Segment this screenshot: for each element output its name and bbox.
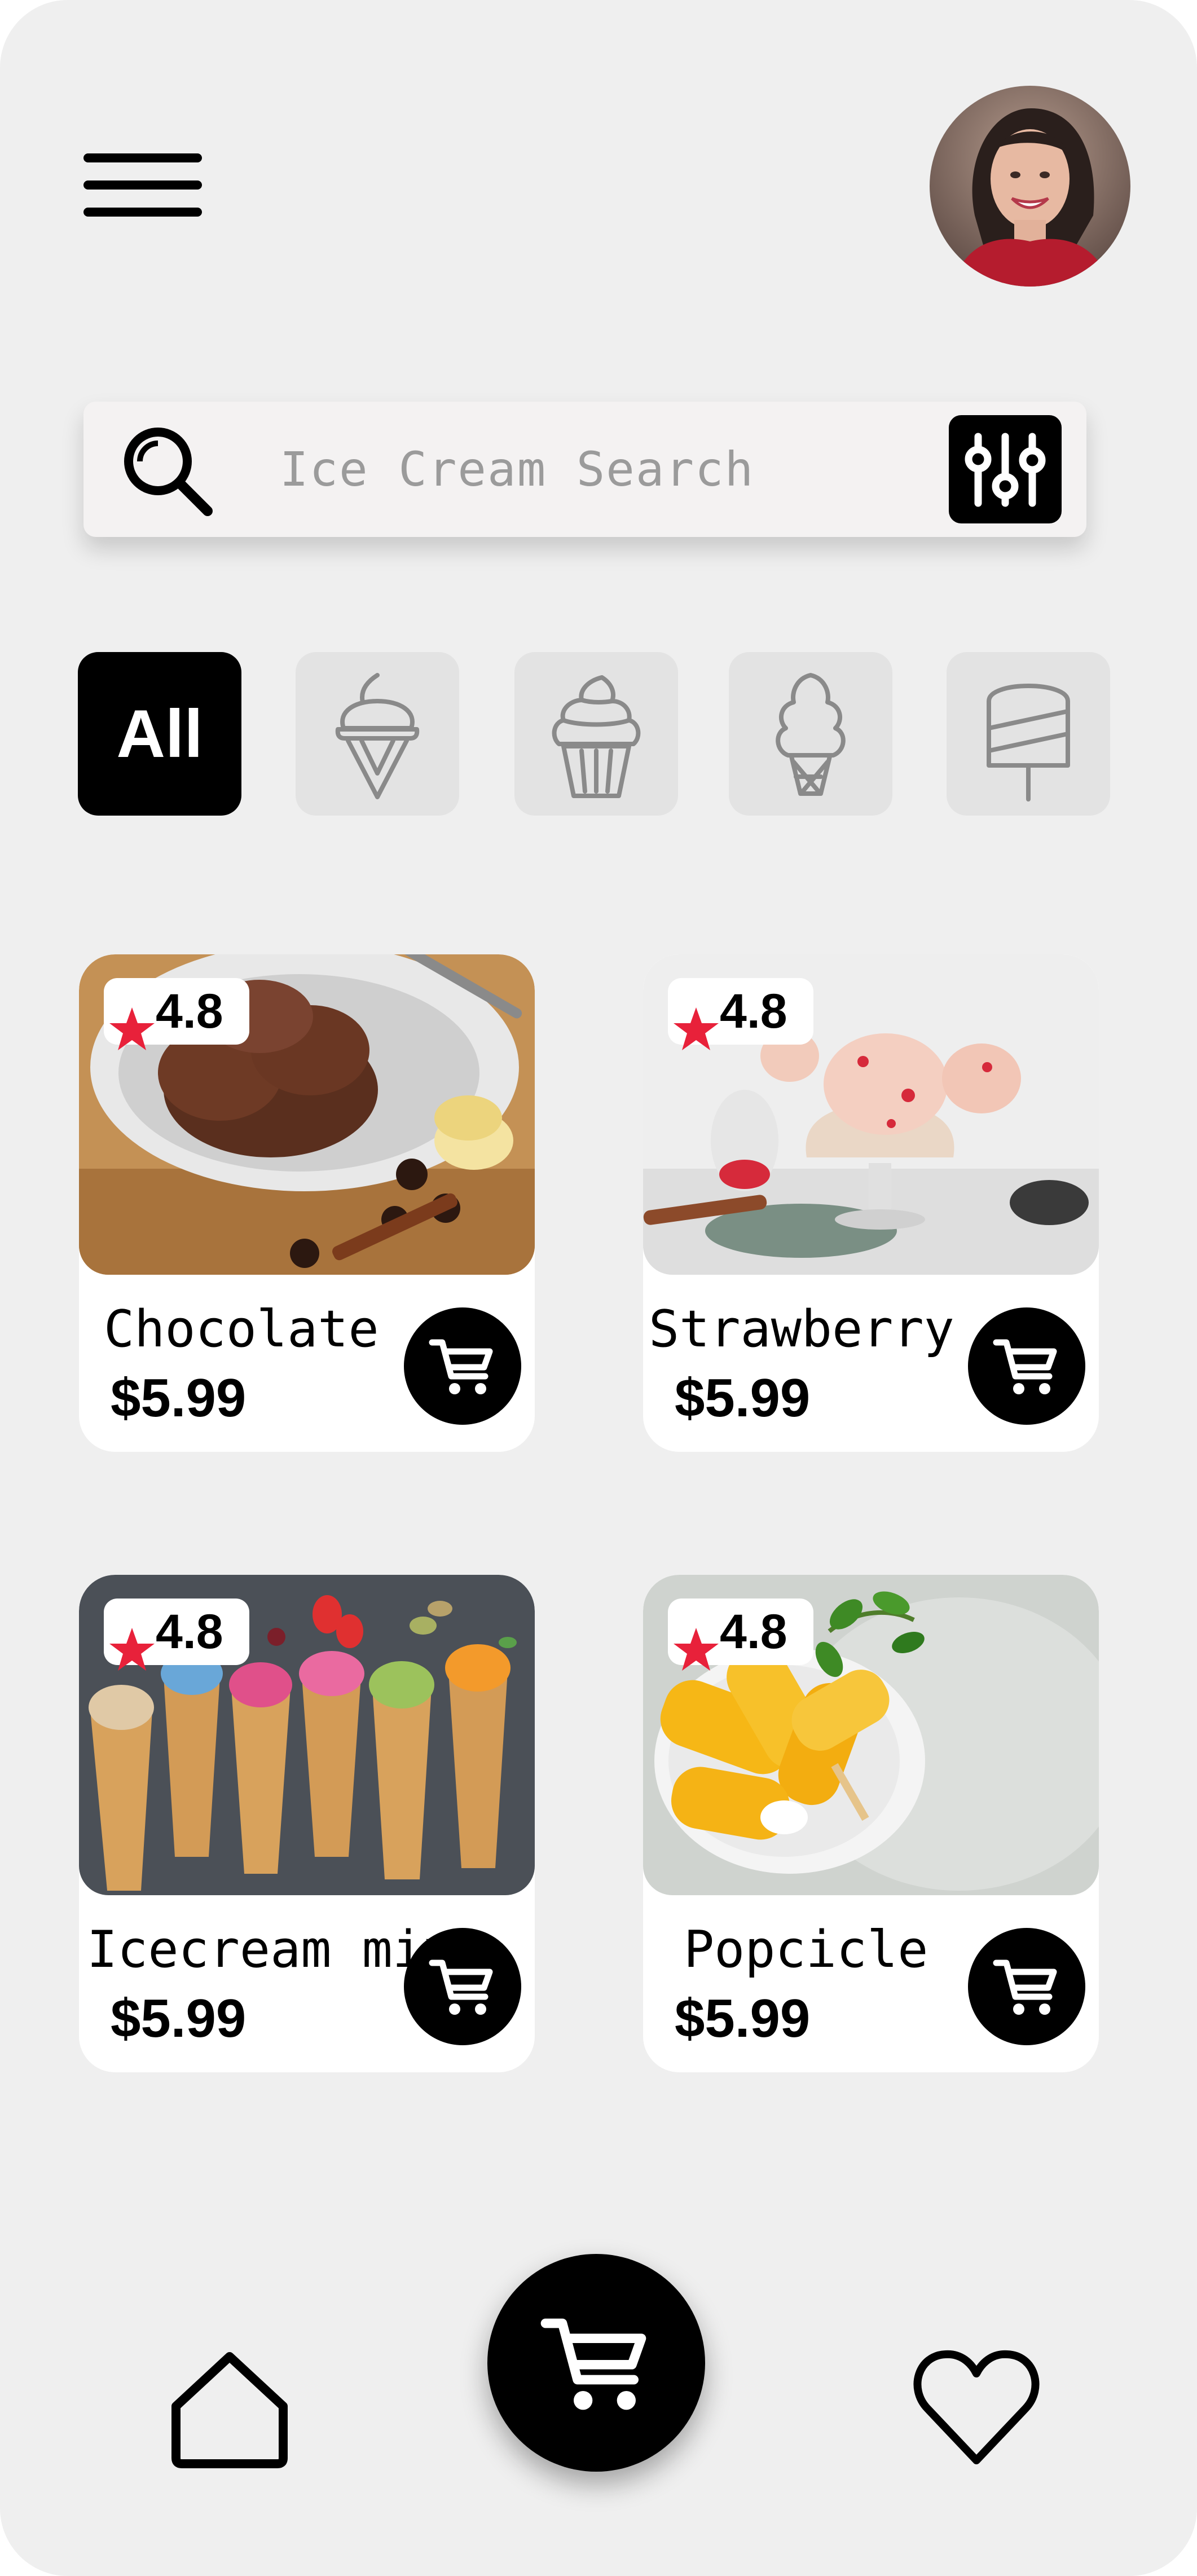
category-swirl-cup[interactable] bbox=[514, 652, 678, 816]
rating-value: 4.8 bbox=[156, 984, 223, 1038]
product-card-strawberry[interactable]: 4.8 Strawberry $5.99 bbox=[643, 954, 1099, 1452]
cart-icon bbox=[429, 1339, 493, 1394]
product-card-chocolate[interactable]: 4.8 Chocolate $5.99 bbox=[79, 954, 535, 1452]
popsicle-icon bbox=[987, 684, 1070, 802]
home-icon[interactable] bbox=[166, 2348, 293, 2473]
star-icon bbox=[109, 1007, 155, 1050]
filter-button[interactable] bbox=[949, 415, 1062, 523]
rating-badge: 4.8 bbox=[668, 1599, 813, 1671]
rating-value: 4.8 bbox=[156, 1604, 223, 1659]
product-name: Popcicle bbox=[684, 1920, 928, 1979]
category-waffle-cone[interactable] bbox=[729, 652, 892, 816]
cart-icon bbox=[540, 2318, 646, 2410]
sliders-icon bbox=[965, 433, 1046, 507]
hamburger-menu-icon[interactable] bbox=[83, 153, 202, 217]
rating-badge: 4.8 bbox=[104, 978, 249, 1050]
soft-serve-cone-icon bbox=[335, 673, 420, 799]
avatar[interactable] bbox=[930, 86, 1130, 287]
category-all[interactable]: All bbox=[78, 652, 241, 816]
category-popsicle[interactable] bbox=[947, 652, 1110, 816]
star-icon bbox=[674, 1007, 719, 1050]
waffle-cone-icon bbox=[776, 673, 846, 796]
rating-value: 4.8 bbox=[720, 984, 787, 1038]
product-name: Strawberry bbox=[649, 1300, 954, 1359]
rating-value: 4.8 bbox=[720, 1604, 787, 1659]
cart-icon bbox=[993, 1959, 1057, 2015]
add-to-cart-button[interactable] bbox=[968, 1928, 1085, 2045]
add-to-cart-button[interactable] bbox=[968, 1307, 1085, 1425]
rating-badge: 4.8 bbox=[104, 1599, 249, 1671]
category-all-label: All bbox=[116, 696, 203, 772]
category-soft-serve[interactable] bbox=[296, 652, 459, 816]
product-price: $5.99 bbox=[675, 1368, 811, 1428]
product-name: Chocolate bbox=[104, 1300, 379, 1359]
star-icon bbox=[109, 1628, 155, 1671]
swirl-cup-icon bbox=[552, 675, 641, 798]
product-card-popcicle[interactable]: 4.8 Popcicle $5.99 bbox=[643, 1575, 1099, 2072]
cart-button[interactable] bbox=[487, 2254, 705, 2472]
cart-icon bbox=[993, 1339, 1057, 1394]
app-screen: Ice Cream Search All 4.8 Chocolate $5.99… bbox=[0, 0, 1197, 2576]
search-bar[interactable]: Ice Cream Search bbox=[83, 402, 1086, 537]
product-price: $5.99 bbox=[111, 1988, 247, 2049]
search-icon bbox=[124, 428, 213, 516]
product-name: Icecream mix bbox=[87, 1920, 454, 1979]
rating-badge: 4.8 bbox=[668, 978, 813, 1050]
product-card-icecream-mix[interactable]: 4.8 Icecream mix $5.99 bbox=[79, 1575, 535, 2072]
cart-icon bbox=[429, 1959, 493, 2015]
product-price: $5.99 bbox=[675, 1988, 811, 2049]
heart-icon[interactable] bbox=[910, 2348, 1042, 2468]
star-icon bbox=[674, 1628, 719, 1671]
product-price: $5.99 bbox=[111, 1368, 247, 1428]
add-to-cart-button[interactable] bbox=[404, 1307, 521, 1425]
search-input[interactable]: Ice Cream Search bbox=[280, 402, 754, 537]
add-to-cart-button[interactable] bbox=[404, 1928, 521, 2045]
